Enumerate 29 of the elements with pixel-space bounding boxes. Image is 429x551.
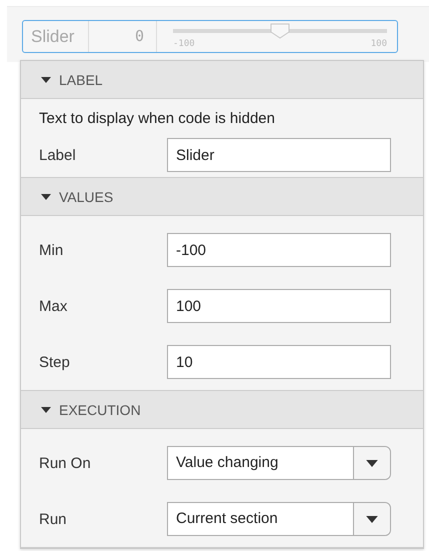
min-label: -100 [173,39,195,49]
text-field[interactable]: 10 [167,345,391,379]
text-field[interactable]: -100 [167,233,391,267]
field-label: Run On [39,454,92,472]
section-title: VALUES [59,188,114,204]
dropdown[interactable]: Current section [167,502,391,536]
field-label: Run [39,510,68,528]
max-label: 100 [370,39,387,49]
collapse-icon [41,406,51,412]
section-title: LABEL [59,72,103,88]
collapse-icon [41,194,51,200]
dropdown[interactable]: Value changing [167,446,391,480]
slider-label: Slider [23,21,89,52]
caret-icon [366,460,378,466]
section-header[interactable]: VALUES [21,178,423,216]
text-field[interactable]: Slider [167,138,391,172]
section-header[interactable]: EXECUTION [21,391,423,429]
slider-value: 0 [89,21,157,52]
description-text: Text to display when code is hidden [38,109,276,129]
field-label: Step [39,354,71,370]
section-header[interactable]: LABEL [21,61,423,99]
field-label: Max [39,298,68,314]
section-title: EXECUTION [59,402,141,418]
field-label: Label [39,146,77,164]
slider-thumb[interactable] [270,23,290,39]
field-label: Min [39,242,64,258]
collapse-icon [41,76,51,82]
text-field[interactable]: 100 [167,289,391,323]
caret-icon [366,516,378,522]
